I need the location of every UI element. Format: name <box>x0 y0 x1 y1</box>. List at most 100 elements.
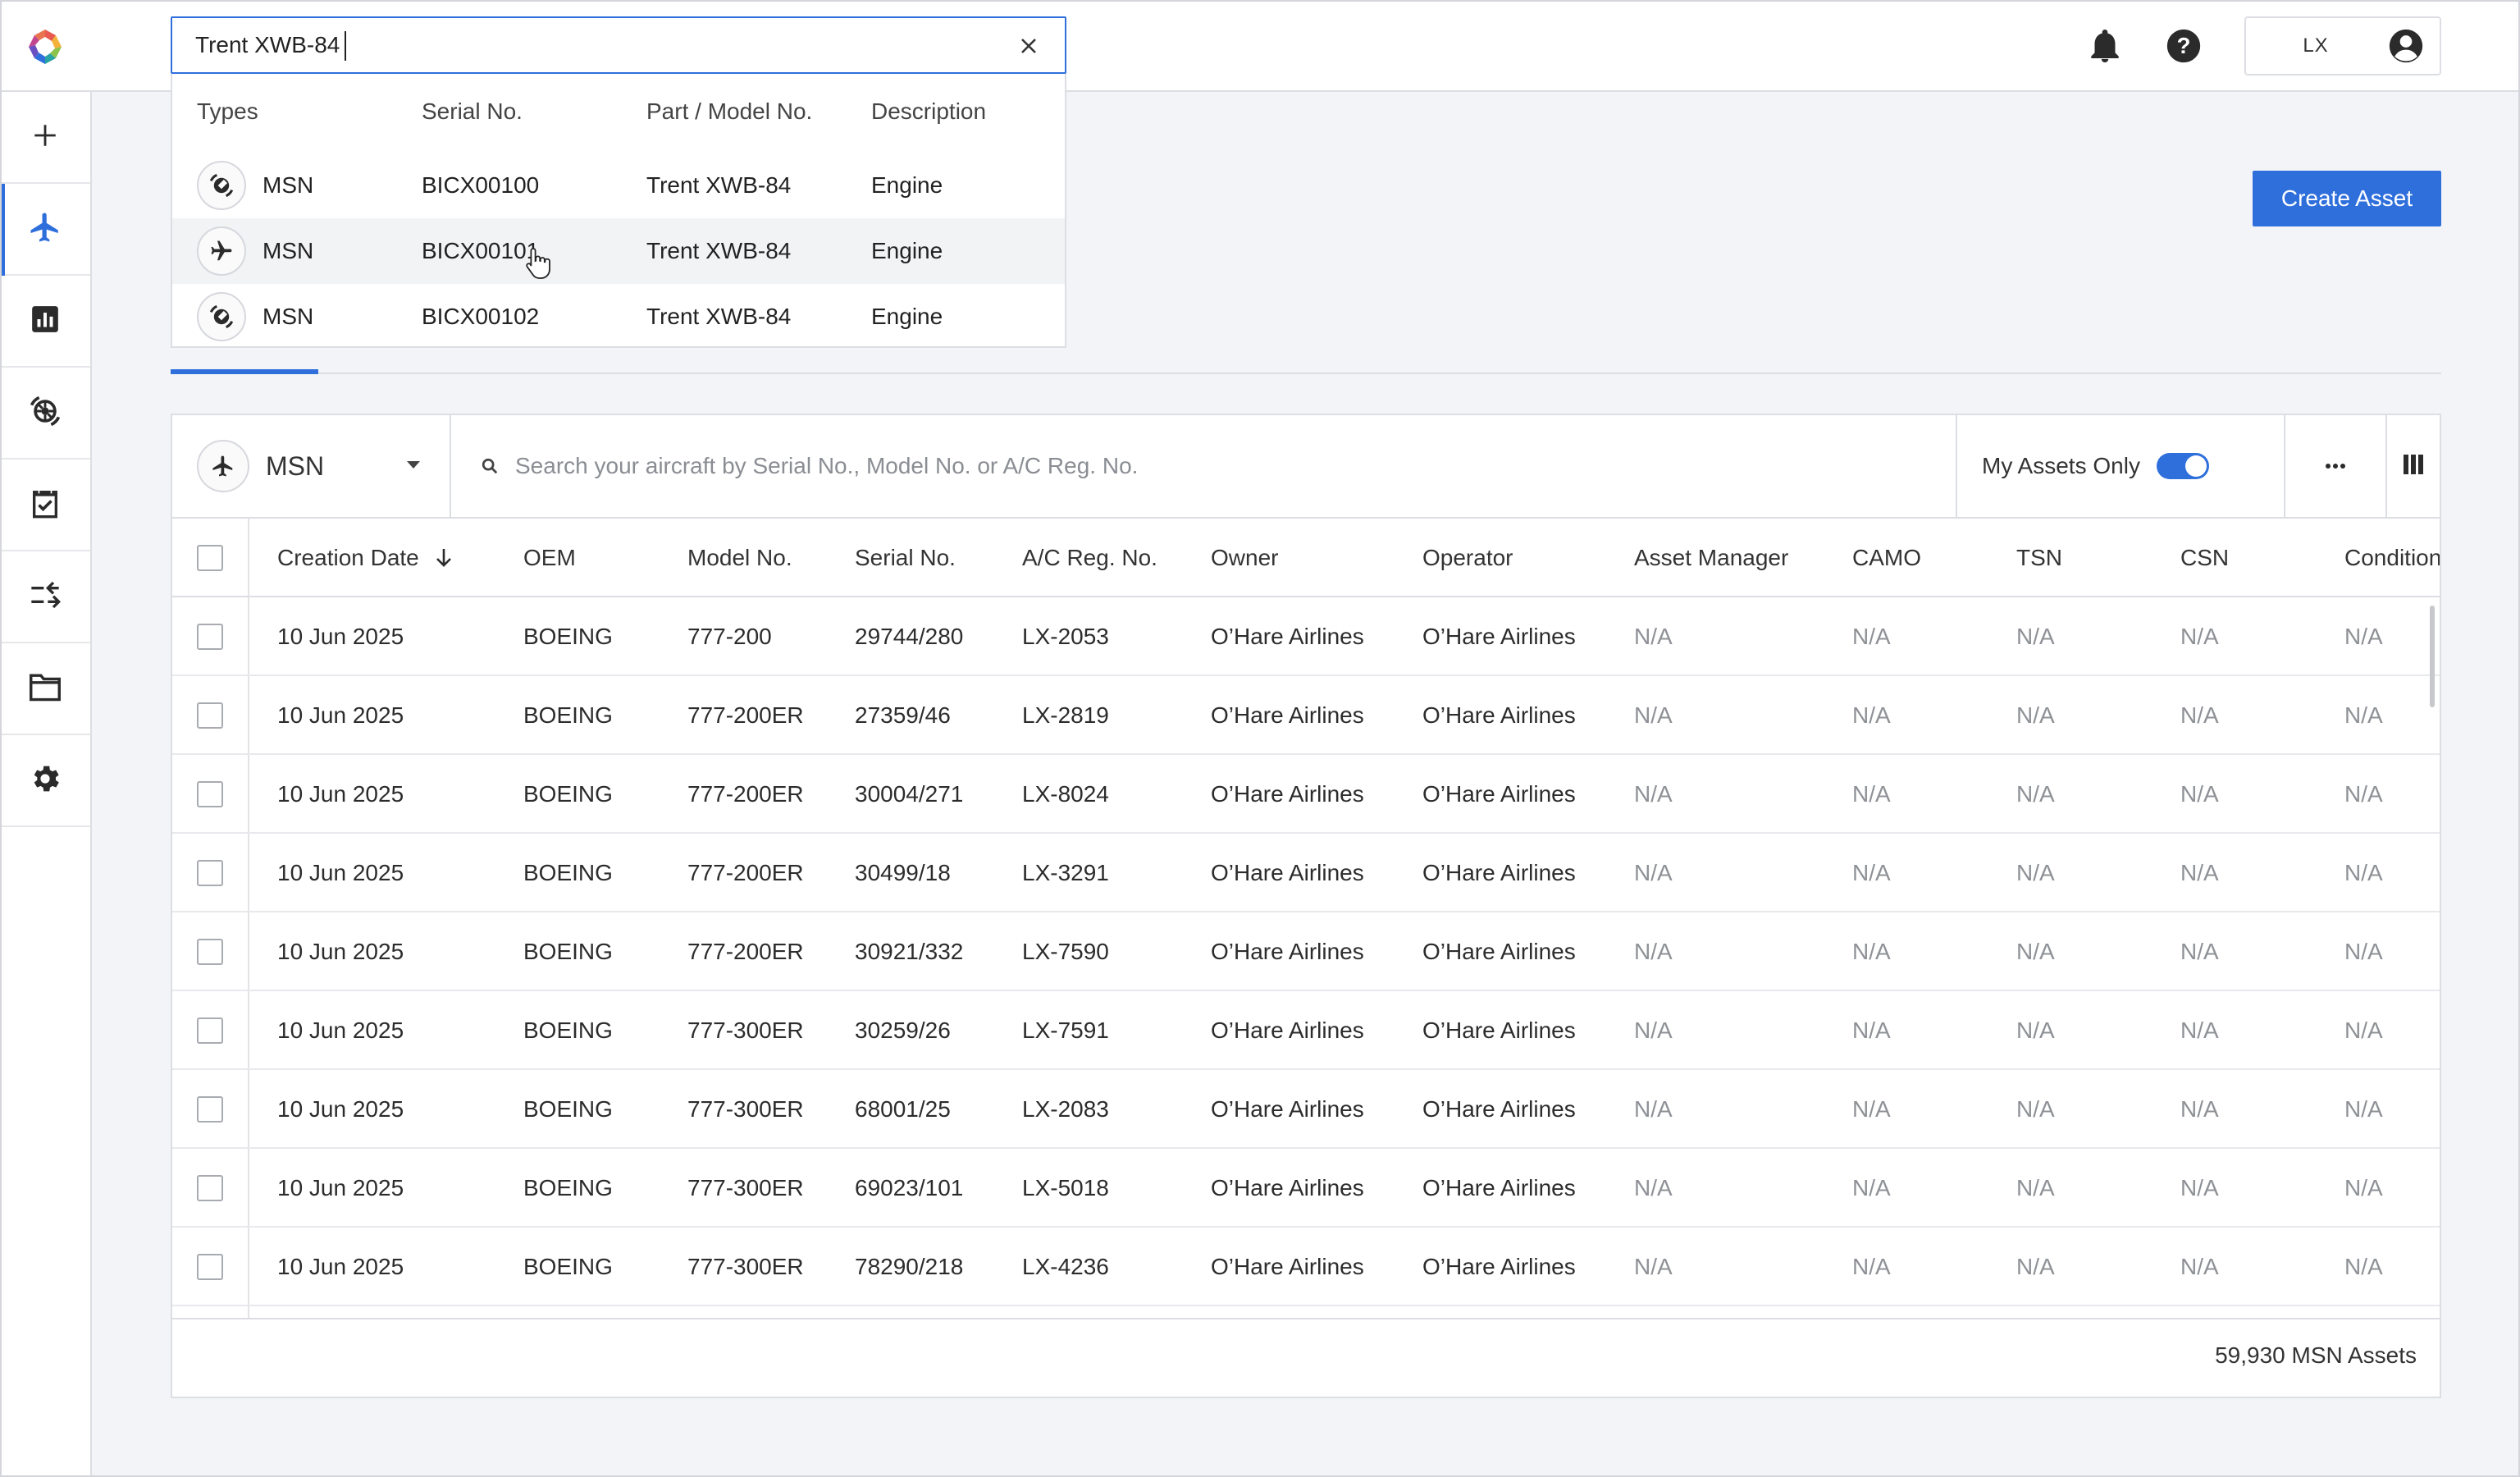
row-checkbox[interactable] <box>197 860 223 886</box>
my-assets-toggle[interactable] <box>2156 453 2209 479</box>
cell-operator: O’Hare Airlines <box>1422 702 1576 728</box>
cell-serial: 30921/332 <box>855 939 964 964</box>
column-header-serial[interactable]: Serial No. <box>855 519 956 597</box>
close-icon[interactable] <box>1017 34 1040 57</box>
cell-manager: N/A <box>1634 702 1673 728</box>
table-scrollbar[interactable] <box>2430 606 2435 707</box>
sidebar-item-add[interactable] <box>0 92 90 184</box>
assets-toolbar: MSN My Assets Only <box>172 415 2440 519</box>
table-row[interactable]: 10 Jun 2025 BOEING 777-300ER 78290/218 LX-42… <box>172 1228 2440 1306</box>
sidebar-item-settings[interactable] <box>0 735 90 827</box>
table-row[interactable]: 10 Jun 2025 BOEING 777-300ER 69023/101 LX-50… <box>172 1149 2440 1228</box>
cell-owner: O’Hare Airlines <box>1211 702 1364 728</box>
columns-button[interactable] <box>2385 415 2440 517</box>
cell-oem: BOEING <box>523 624 613 649</box>
cell-model: 777-300ER <box>687 1254 804 1279</box>
row-checkbox[interactable] <box>197 1096 223 1123</box>
help-icon[interactable]: ? <box>2162 25 2205 67</box>
cell-model: 777-300ER <box>687 1017 804 1043</box>
column-header-oem[interactable]: OEM <box>523 519 576 597</box>
column-header-condition[interactable]: Condition <box>2344 519 2440 597</box>
global-search <box>171 16 1066 74</box>
row-checkbox[interactable] <box>197 1175 223 1201</box>
my-assets-filter: My Assets Only <box>1956 415 2284 517</box>
row-checkbox[interactable] <box>197 702 223 729</box>
asset-search-input[interactable] <box>515 441 1910 491</box>
asset-count: 59,930 MSN Assets <box>2215 1342 2417 1368</box>
engine-icon <box>197 161 246 210</box>
cell-manager: N/A <box>1634 860 1673 885</box>
asset-search <box>453 415 1954 517</box>
engine-icon <box>197 292 246 341</box>
row-checkbox[interactable] <box>197 781 223 807</box>
airplane-icon <box>197 226 246 276</box>
more-horizontal-icon <box>2325 459 2346 473</box>
column-header-camo[interactable]: CAMO <box>1852 519 1921 597</box>
table-row[interactable]: 10 Jun 2025 BOEING 777-200 29744/280 LX-2053… <box>172 597 2440 676</box>
app-logo-icon[interactable] <box>25 26 66 67</box>
column-header-operator[interactable]: Operator <box>1422 519 1513 597</box>
cell-reg: LX-7590 <box>1022 939 1109 964</box>
sidebar-item-aircraft[interactable] <box>0 184 90 276</box>
table-row[interactable]: 10 Jun 2025 BOEING 777-200ER 30004/271 LX-80… <box>172 755 2440 834</box>
search-result-item[interactable]: MSN BICX00100 Trent XWB-84 Engine <box>172 153 1065 218</box>
column-header-owner[interactable]: Owner <box>1211 519 1278 597</box>
cell-owner: O’Hare Airlines <box>1211 939 1364 964</box>
column-header-tsn[interactable]: TSN <box>2016 519 2062 597</box>
select-all-checkbox[interactable] <box>197 545 223 571</box>
sidebar-item-transfers[interactable] <box>0 551 90 643</box>
search-result-item[interactable]: MSN BICX00102 Trent XWB-84 Engine <box>172 284 1065 350</box>
bell-icon[interactable] <box>2084 25 2126 67</box>
more-options-button[interactable] <box>2284 415 2385 517</box>
asset-type-select[interactable]: MSN <box>172 415 451 517</box>
cell-model: 777-200ER <box>687 781 804 807</box>
pointer-hand-icon <box>525 246 551 283</box>
table-header: Creation Date OEM Model No. Serial No. A… <box>172 519 2440 597</box>
search-result-item[interactable]: MSN BICX00101 Trent XWB-84 Engine <box>172 218 1065 284</box>
column-header-asset-manager[interactable]: Asset Manager <box>1634 519 1788 597</box>
column-header-reg[interactable]: A/C Reg. No. <box>1022 519 1157 597</box>
cell-tsn: N/A <box>2016 624 2055 649</box>
row-checkbox[interactable] <box>197 624 223 650</box>
cell-model: 777-300ER <box>687 1096 804 1122</box>
sidebar-item-tasks[interactable] <box>0 460 90 551</box>
table-row[interactable]: 10 Jun 2025 BOEING 777-200ER 27359/46 LX-281… <box>172 676 2440 755</box>
cell-model: 777-200 <box>687 624 772 649</box>
results-header-types: Types <box>197 98 258 124</box>
cell-operator: O’Hare Airlines <box>1422 1254 1576 1279</box>
account-icon[interactable] <box>2385 25 2426 66</box>
cell-oem: BOEING <box>523 939 613 964</box>
global-search-input[interactable] <box>195 25 983 66</box>
cell-tsn: N/A <box>2016 1017 2055 1043</box>
table-row[interactable]: 10 Jun 2025 BOEING 777-300ER 30259/26 LX-759… <box>172 991 2440 1070</box>
cell-model: 777-200ER <box>687 939 804 964</box>
results-header-description: Description <box>871 98 987 124</box>
cell-operator: O’Hare Airlines <box>1422 781 1576 807</box>
cell-owner: O’Hare Airlines <box>1211 624 1364 649</box>
column-header-csn[interactable]: CSN <box>2180 519 2229 597</box>
row-checkbox[interactable] <box>197 1254 223 1280</box>
column-header-creation-date[interactable]: Creation Date <box>277 519 454 597</box>
table-row[interactable]: 10 Jun 2025 BOEING 777-200ER 30499/18 LX-329… <box>172 834 2440 912</box>
table-row[interactable]: 10 Jun 2025 BOEING 777-200ER 30921/332 LX-75… <box>172 912 2440 991</box>
cell-reg: LX-4236 <box>1022 1254 1109 1279</box>
cell-date: 10 Jun 2025 <box>277 702 404 728</box>
column-header-model[interactable]: Model No. <box>687 519 792 597</box>
sidebar-item-documents[interactable] <box>0 643 90 735</box>
cell-csn: N/A <box>2180 624 2219 649</box>
create-asset-button[interactable]: Create Asset <box>2253 171 2441 226</box>
cell-condition: N/A <box>2344 1254 2383 1279</box>
sidebar-item-reports[interactable] <box>0 276 90 368</box>
row-checkbox[interactable] <box>197 1017 223 1044</box>
cell-oem: BOEING <box>523 1017 613 1043</box>
row-checkbox[interactable] <box>197 939 223 965</box>
cell-condition: N/A <box>2344 781 2383 807</box>
airplane-icon <box>197 440 249 492</box>
cell-camo: N/A <box>1852 939 1891 964</box>
cell-oem: BOEING <box>523 1175 613 1200</box>
cell-serial: 69023/101 <box>855 1175 964 1200</box>
table-row[interactable]: 10 Jun 2025 BOEING 777-300ER 68001/25 LX-208… <box>172 1070 2440 1149</box>
user-menu[interactable]: LX <box>2244 16 2441 75</box>
sidebar-item-engines[interactable] <box>0 368 90 460</box>
cell-manager: N/A <box>1634 939 1673 964</box>
